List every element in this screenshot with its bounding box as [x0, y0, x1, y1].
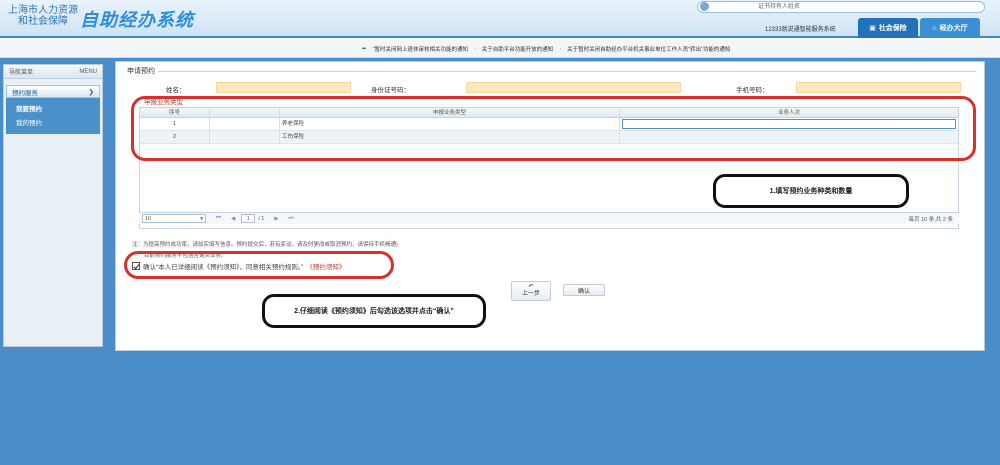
sidebar-item-make-appointment[interactable]: 我要预约	[6, 101, 100, 115]
notice-link-2[interactable]: 关于自助平台功能开放的通知	[482, 45, 554, 53]
sidebar-item-my-appointments[interactable]: 我的预约	[6, 115, 100, 129]
org-logo: 上海市人力资源 和社会保障	[8, 5, 78, 27]
section-title: 申请预约	[124, 66, 158, 76]
pagination-bar: 10 ▾ ⏮ ◀ 1 / 1 ▶ ⏭ 每页 10 条,共 2 条	[139, 212, 959, 224]
notice-link-1[interactable]: “暂时关闭网上退休审核相关功能的通知	[373, 45, 468, 53]
back-arrow-icon: ↶	[528, 284, 534, 290]
callout-step-2: 2.仔细阅读《预约须知》后勾选该选项并点击“确认”	[262, 294, 486, 328]
nav-hall-label: 经办大厅	[939, 25, 968, 32]
sidebar-submenu: 我要预约 我的预约	[6, 98, 100, 134]
notice-separator: ·	[473, 45, 476, 52]
section-divider	[126, 71, 976, 72]
header: 上海市人力资源 和社会保障 自助经办系统 证书持有人姓名 12333就说通智能服…	[0, 0, 1000, 38]
nav-social-insurance[interactable]: ▣ 社会保险	[858, 18, 918, 38]
sidebar-group-label: 预约服务	[12, 89, 38, 97]
callout-step-1: 1.填写预约业务种类和数量	[713, 174, 909, 208]
chevron-right-icon: ❯	[88, 88, 94, 96]
next-page-icon[interactable]: ▶	[274, 216, 278, 222]
note-text: 注：为提高预约成功率，请如实填写信息。预约提交后，若有变动，请及时更改或取消预约…	[132, 242, 398, 248]
name-field[interactable]	[216, 82, 351, 93]
confirm-button[interactable]: 确认	[563, 284, 605, 296]
org-line-2: 和社会保障	[18, 16, 68, 27]
hotline-text: 12333就说通智能服务系统	[765, 27, 836, 33]
name-label: 姓名：	[166, 87, 186, 94]
nav-social-label: 社会保险	[878, 25, 907, 32]
home-icon: ⌂	[932, 24, 937, 32]
notice-bar: ➨ “暂时关闭网上退休审核相关功能的通知 · 关于自助平台功能开放的通知 · 关…	[0, 40, 1000, 58]
annotation-oval-confirm	[124, 251, 394, 279]
notice-link-3[interactable]: 关于暂时关闭自助经办平台机关事业单位工作人员“转出”功能的通知	[567, 45, 730, 53]
dropdown-arrow-icon: ▾	[200, 215, 203, 222]
id-number-field[interactable]	[466, 82, 681, 93]
sidebar-group-appointment[interactable]: 预约服务 ❯	[6, 85, 100, 98]
applicant-info-row: 姓名： 身份证号码： 手机号码：	[116, 82, 986, 94]
user-icon	[700, 2, 709, 11]
phone-field[interactable]	[796, 82, 961, 93]
pager-summary: 每页 10 条,共 2 条	[908, 216, 953, 223]
org-line-1: 上海市人力资源	[8, 5, 78, 16]
system-title: 自助经办系统	[80, 10, 194, 30]
last-page-icon[interactable]: ⏭	[289, 215, 294, 222]
sidebar-header: 导航菜单 MENU	[4, 65, 102, 79]
page-size-value: 10	[145, 215, 152, 222]
phone-label: 手机号码：	[736, 87, 769, 94]
prev-step-label: 上一步	[521, 291, 540, 297]
notice-arrow-icon: ➨	[362, 45, 367, 52]
page-number-input[interactable]: 1	[241, 214, 256, 223]
annotation-oval-grid	[131, 96, 976, 161]
computer-icon: ▣	[869, 25, 876, 32]
total-pages: / 1	[258, 215, 265, 222]
nav-service-hall[interactable]: ⌂ 经办大厅	[920, 18, 980, 38]
sidebar-title: 导航菜单	[9, 70, 34, 76]
first-page-icon[interactable]: ⏮	[216, 215, 221, 222]
prev-page-icon[interactable]: ◀	[231, 216, 235, 222]
page-size-select[interactable]: 10 ▾	[142, 214, 206, 223]
prev-step-button[interactable]: ↶ 上一步	[511, 281, 551, 301]
sidebar: 导航菜单 MENU 预约服务 ❯ 我要预约 我的预约	[3, 64, 103, 347]
id-number-label: 身份证号码：	[371, 87, 410, 94]
search-input[interactable]: 证书持有人姓名	[697, 1, 985, 13]
notice-separator: ·	[559, 45, 562, 52]
sidebar-menu-label: MENU	[79, 68, 97, 75]
